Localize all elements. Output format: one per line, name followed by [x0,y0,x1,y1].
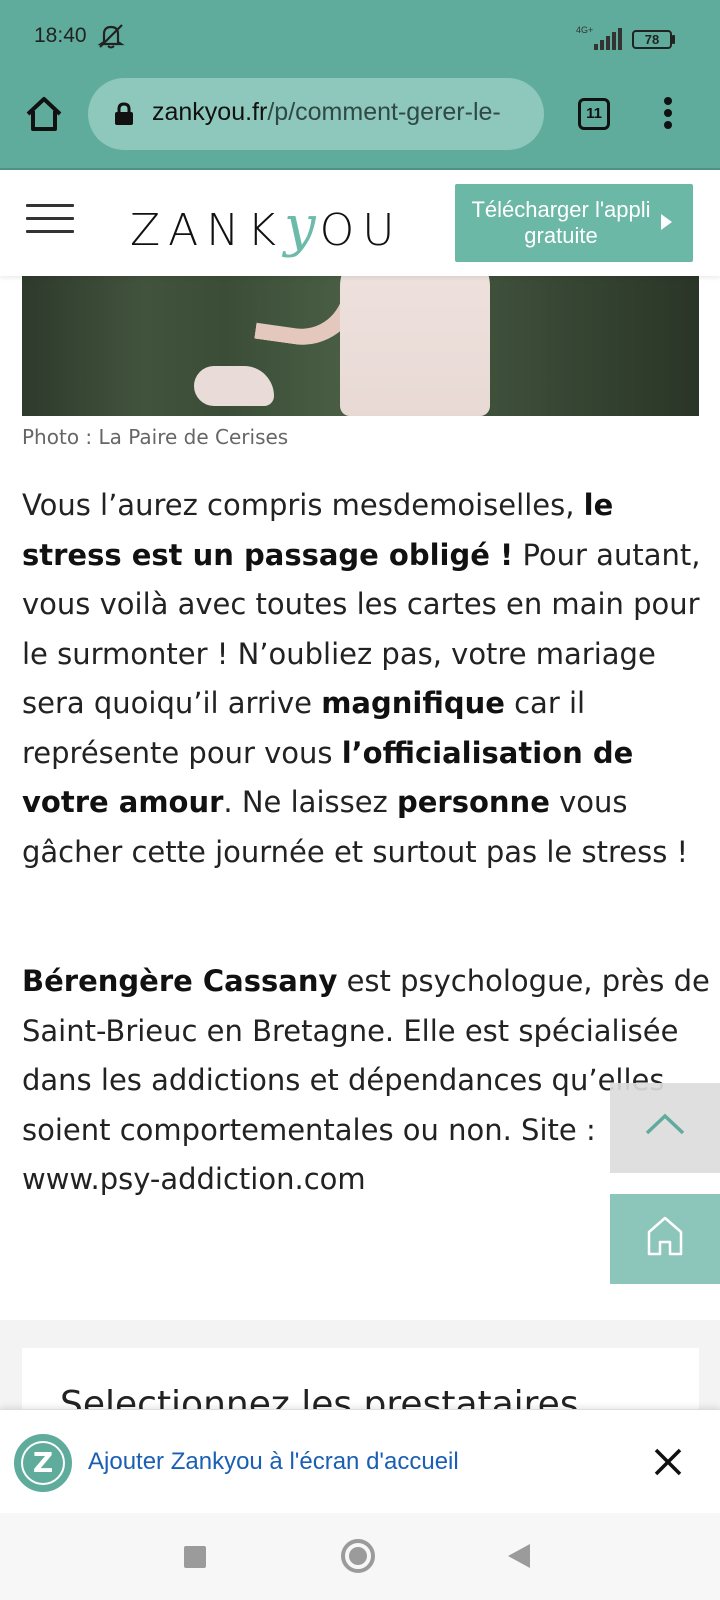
system-nav-bar [0,1513,720,1600]
status-bar: 18:40 4G+ 78 [0,0,720,78]
text-run: est psychologue, près de Saint-Brieuc en… [22,964,710,1196]
url-bar[interactable]: zankyou.fr/p/comment-gerer-le- [88,78,544,150]
badge-letter: Z [21,1441,65,1485]
photo-handkerchief [194,366,274,406]
download-app-button[interactable]: Télécharger l'appli gratuite [455,184,693,262]
bold-text: magnifique [321,686,505,720]
home-float-button[interactable] [610,1194,720,1284]
download-app-label: Télécharger l'appli gratuite [471,197,651,248]
back-button[interactable] [508,1544,530,1568]
logo-y: y [284,194,320,259]
scroll-to-top-button[interactable] [610,1083,720,1173]
photo-credit: Photo : La Paire de Cerises [22,425,289,449]
zankyou-logo[interactable]: ZANKyOU [130,194,403,259]
add-to-home-text[interactable]: Ajouter Zankyou à l'écran d'accueil [88,1448,459,1476]
bell-off-icon [97,24,125,49]
article-photo [22,276,699,416]
browser-toolbar: zankyou.fr/p/comment-gerer-le- 11 [0,78,720,170]
battery-icon: 78 [632,30,672,49]
status-time: 18:40 [34,24,87,47]
chevron-up-icon [645,1113,685,1135]
close-icon[interactable] [652,1446,684,1478]
text-run: . Ne laissez [223,785,397,819]
url-text: zankyou.fr/p/comment-gerer-le- [152,98,534,127]
photo-dress [340,276,490,416]
home-icon[interactable] [22,92,66,136]
hamburger-icon[interactable] [26,204,74,238]
url-host: zankyou.fr [152,98,268,126]
url-path: /p/comment-gerer-le- [267,98,501,126]
network-type: 4G+ [576,25,594,35]
text-run: Vous l’aurez compris mesdemoiselles, [22,488,584,522]
house-outline-icon [647,1216,683,1256]
more-vert-icon[interactable] [656,94,680,134]
article-paragraph-1: Vous l’aurez compris mesdemoiselles, le … [22,481,712,877]
tabs-icon[interactable]: 11 [578,98,610,130]
zankyou-badge-icon: Z [14,1434,72,1492]
lock-icon [115,102,133,125]
add-to-home-banner[interactable]: Z Ajouter Zankyou à l'écran d'accueil [0,1409,720,1513]
home-nav-button[interactable] [341,1539,375,1573]
signal-icon [594,28,622,50]
battery-level: 78 [644,32,660,47]
recents-button[interactable] [184,1546,206,1568]
article-paragraph-2: Bérengère Cassany est psychologue, près … [22,957,712,1205]
play-arrow-icon [661,214,672,230]
site-header: ZANKyOU Télécharger l'appli gratuite [0,170,720,276]
bold-text: personne [397,785,550,819]
logo-right: OU [319,205,403,256]
battery-nub [672,35,675,44]
bold-text: Bérengère Cassany [22,964,338,998]
logo-left: ZANK [130,205,285,256]
